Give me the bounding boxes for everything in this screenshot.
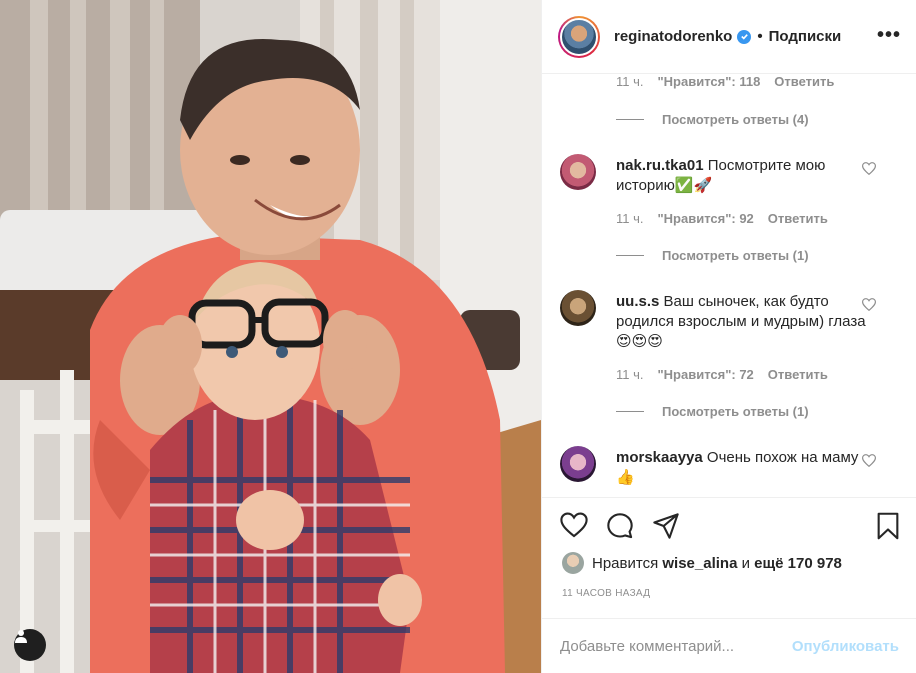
- tagged-user-button[interactable]: [14, 629, 46, 661]
- commenter-username[interactable]: morskaayya: [616, 449, 703, 466]
- view-replies-button[interactable]: Посмотреть ответы (1): [616, 404, 809, 419]
- comment-meta: 11 ч. "Нравится": 92 Ответить: [616, 211, 828, 226]
- divider-line: [616, 411, 644, 412]
- more-options-icon[interactable]: •••: [877, 24, 901, 47]
- view-replies-button[interactable]: Посмотреть ответы (1): [616, 248, 809, 263]
- divider-line: [616, 119, 644, 120]
- comment-text: uu.s.s Ваш сыночек, как будто родился вз…: [616, 292, 866, 352]
- comment-likes[interactable]: "Нравится": 118: [658, 74, 761, 89]
- comment-text: morskaayya Очень похож на маму👍: [616, 448, 866, 488]
- post-side-panel: reginatodorenko • Подписки ••• 11 ч. "Нр…: [541, 0, 916, 673]
- add-comment-bar: Опубликовать: [542, 618, 916, 673]
- post-photo[interactable]: [0, 0, 541, 673]
- divider-line: [616, 255, 644, 256]
- author-avatar[interactable]: [558, 15, 600, 58]
- following-button[interactable]: Подписки: [769, 28, 842, 45]
- view-replies-label: Посмотреть ответы (1): [662, 404, 809, 419]
- comment-meta: 11 ч. "Нравится": 118 Ответить: [616, 74, 834, 89]
- share-direct-icon[interactable]: [652, 512, 680, 540]
- comment-time: 11 ч.: [616, 211, 644, 226]
- liker-avatar: [562, 552, 584, 574]
- view-replies-label: Посмотреть ответы (4): [662, 112, 809, 127]
- comment-likes[interactable]: "Нравится": 92: [658, 211, 754, 226]
- view-replies-label: Посмотреть ответы (1): [662, 248, 809, 263]
- commenter-avatar[interactable]: [560, 446, 596, 482]
- like-comment-heart-icon[interactable]: [862, 454, 876, 467]
- likes-middle: и: [741, 554, 750, 572]
- liker-username[interactable]: wise_alina: [662, 555, 737, 572]
- reply-button[interactable]: Ответить: [768, 367, 828, 382]
- commenter-username[interactable]: uu.s.s: [616, 293, 659, 310]
- like-heart-icon[interactable]: [560, 512, 588, 538]
- post-timestamp[interactable]: 11 ЧАСОВ НАЗАД: [562, 588, 650, 599]
- verified-badge-icon: [737, 29, 752, 44]
- author-username[interactable]: reginatodorenko: [614, 28, 732, 45]
- view-replies-button[interactable]: Посмотреть ответы (4): [616, 112, 809, 127]
- comment-input[interactable]: [560, 638, 792, 655]
- likes-prefix: Нравится: [592, 554, 659, 572]
- comment-likes[interactable]: "Нравится": 72: [658, 367, 754, 382]
- reply-button[interactable]: Ответить: [774, 74, 834, 89]
- likes-summary[interactable]: Нравится wise_alina и ещё 170 978: [562, 552, 842, 574]
- comment-meta: 11 ч. "Нравится": 72 Ответить: [616, 367, 828, 382]
- publish-button[interactable]: Опубликовать: [792, 638, 899, 655]
- comment-bubble-icon[interactable]: [606, 512, 634, 540]
- commenter-avatar[interactable]: [560, 154, 596, 190]
- like-comment-heart-icon[interactable]: [862, 298, 876, 311]
- commenter-avatar[interactable]: [560, 290, 596, 326]
- post-actions: Нравится wise_alina и ещё 170 978 11 ЧАС…: [542, 497, 916, 673]
- post-header: reginatodorenko • Подписки •••: [542, 0, 916, 74]
- comments-list[interactable]: 11 ч. "Нравится": 118 Ответить Посмотрет…: [542, 74, 916, 497]
- reply-button[interactable]: Ответить: [768, 211, 828, 226]
- save-bookmark-icon[interactable]: [876, 512, 900, 540]
- photo-illustration: [0, 0, 541, 673]
- comment-text: nak.ru.tka01 Посмотрите мою историю✅🚀: [616, 156, 866, 196]
- like-comment-heart-icon[interactable]: [862, 162, 876, 175]
- commenter-username[interactable]: nak.ru.tka01: [616, 157, 704, 174]
- comment-time: 11 ч.: [616, 74, 644, 89]
- separator-dot: •: [757, 28, 763, 45]
- user-icon: [15, 630, 27, 643]
- likes-count[interactable]: ещё 170 978: [754, 555, 842, 572]
- comment-time: 11 ч.: [616, 367, 644, 382]
